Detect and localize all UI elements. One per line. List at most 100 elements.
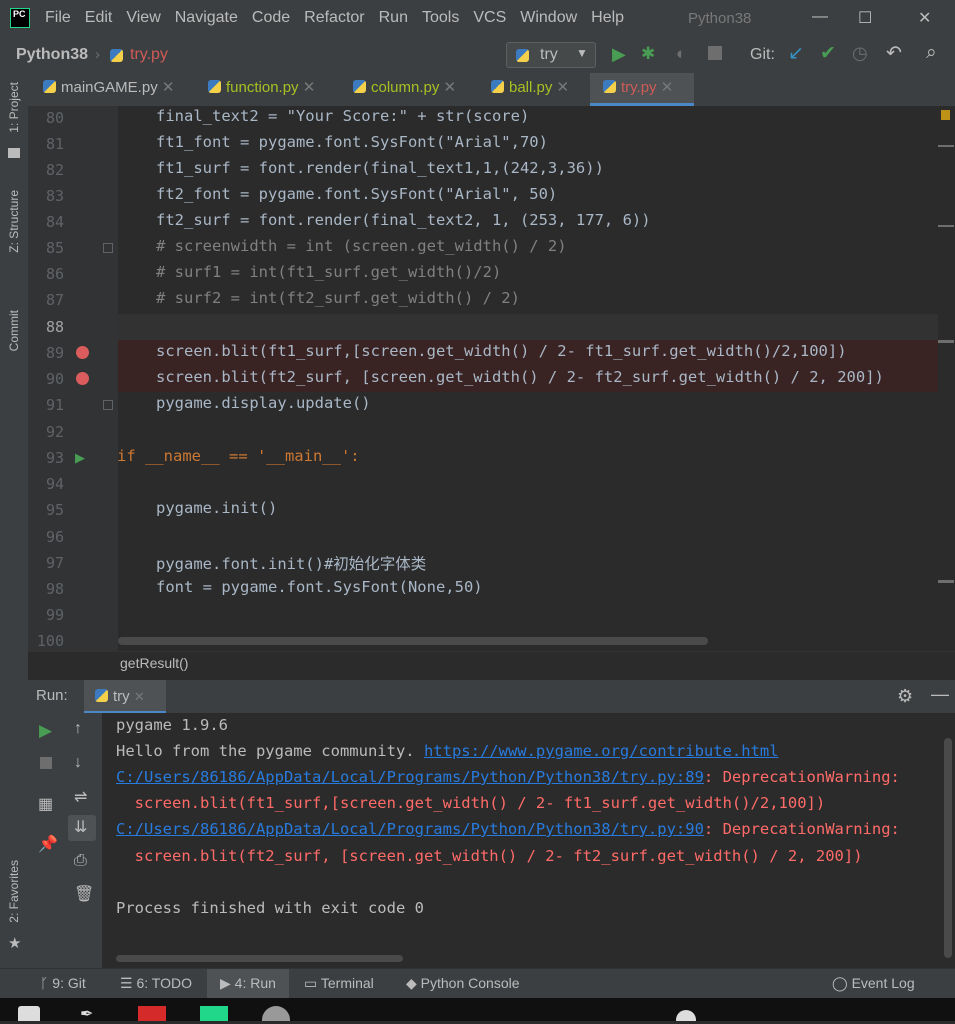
event-log-button[interactable]: ◯ Event Log [832,975,915,992]
console-text: Hello from the pygame community. [116,742,424,760]
tab-ball[interactable]: ball.py ✕ [491,78,569,96]
commit-tool-tab[interactable]: Commit [7,310,21,351]
close-icon[interactable]: ✕ [444,79,457,96]
git-update-icon[interactable]: ↙ [788,42,804,65]
menu-view[interactable]: View [126,9,160,26]
tab-maingame[interactable]: mainGAME.py ✕ [43,78,174,96]
tab-column[interactable]: column.py ✕ [353,78,456,96]
close-icon[interactable]: ✕ [303,79,316,96]
close-icon[interactable]: ✕ [557,79,570,96]
line-number: 85 [45,239,64,257]
menu-window[interactable]: Window [520,9,577,26]
rerun-icon[interactable]: ▶ [39,721,52,741]
hide-panel-icon[interactable]: — [931,684,949,705]
stripe-mark[interactable] [938,225,954,227]
line-number: 97 [45,554,64,572]
stripe-mark[interactable] [938,340,954,343]
warning-indicator-icon[interactable] [941,110,950,120]
soft-wrap-icon[interactable]: ⇌ [74,787,87,807]
line-number: 88 [45,318,64,336]
horizontal-scrollbar[interactable] [118,637,708,645]
star-icon: ★ [8,935,22,952]
code-comment: # surf2 = int(ft2_surf.get_width() / 2) [156,289,520,307]
stop-icon[interactable] [708,46,722,60]
project-tool-tab[interactable]: 1: Project [7,82,21,133]
console-link[interactable]: C:/Users/86186/AppData/Local/Programs/Py… [116,820,704,838]
line-number: 84 [45,213,64,231]
line-number: 95 [45,501,64,519]
menu-code[interactable]: Code [252,9,290,26]
debug-icon[interactable]: ✱ [641,44,655,64]
horizontal-scrollbar[interactable] [116,955,403,962]
code-breadcrumb[interactable]: getResult() [120,655,188,671]
store-icon[interactable] [18,1006,40,1021]
arrow-down-icon[interactable]: ↓ [74,754,82,772]
menu-refactor[interactable]: Refactor [304,9,364,26]
favorites-tool-tab[interactable]: 2: Favorites [7,860,21,923]
structure-tool-tab[interactable]: Z: Structure [7,190,21,253]
print-icon[interactable]: ⎙ [74,852,87,870]
rollback-icon[interactable]: ↶ [886,42,902,65]
breadcrumb-project[interactable]: Python38 [16,46,88,64]
vertical-scrollbar[interactable] [944,738,952,958]
terminal-tool-button[interactable]: ▭ Terminal [304,975,374,992]
console-link[interactable]: C:/Users/86186/AppData/Local/Programs/Py… [116,768,704,786]
close-icon[interactable]: ✕ [162,79,175,96]
python-file-icon [110,48,128,66]
todo-tool-button[interactable]: ☰ 6: TODO [120,975,192,992]
breakpoint-icon[interactable] [76,372,89,385]
menu-edit[interactable]: Edit [85,9,113,26]
stripe-mark[interactable] [938,145,954,147]
breakpoint-icon[interactable] [76,346,89,359]
line-number: 90 [45,370,64,388]
close-window-button[interactable]: ✕ [918,8,931,28]
tab-label: mainGAME.py [61,79,158,96]
arrow-up-icon[interactable]: ↑ [74,720,82,738]
search-icon[interactable]: ⌕ [926,42,937,64]
close-icon[interactable]: ✕ [661,79,674,96]
maximize-button[interactable]: ☐ [858,8,872,28]
layout-icon[interactable]: ▦ [38,794,53,814]
menu-file[interactable]: File [45,9,71,26]
run-gutter-icon[interactable]: ▶ [75,450,85,466]
feather-icon[interactable]: ✒ [80,1004,93,1024]
console-link[interactable]: https://www.pygame.org/contribute.html [424,742,779,760]
current-line-highlight [118,314,938,340]
menu-help[interactable]: Help [591,9,624,26]
run-tab-try[interactable]: try ✕ [95,688,145,705]
close-icon[interactable]: ✕ [134,689,145,704]
tab-try[interactable]: try.py ✕ [603,78,673,96]
stop-icon[interactable] [40,757,52,769]
terminal-tool-label: Terminal [320,975,374,991]
app-icon[interactable] [138,1006,166,1021]
coverage-icon[interactable]: ◐ [676,44,686,64]
run-configuration-label: try [540,46,558,63]
code-comment: # screenwidth = int (screen.get_width() … [156,237,567,255]
history-icon[interactable]: ◷ [852,43,868,64]
gear-icon[interactable]: ⚙ [897,686,913,707]
pycharm-taskbar-icon[interactable] [200,1006,228,1021]
pin-icon[interactable]: 📌 [38,834,58,854]
fold-marker-icon[interactable] [103,400,113,410]
menu-tools[interactable]: Tools [422,9,459,26]
run-icon: ▶ [220,975,231,991]
code-line: screen.blit(ft1_surf,[screen.get_width()… [156,342,847,360]
run-tool-button[interactable]: ▶ 4: Run [220,975,276,992]
minimize-button[interactable]: — [812,8,828,26]
scroll-to-end-icon[interactable]: ⇊ [74,817,87,837]
git-commit-icon[interactable]: ✔ [820,42,836,65]
line-number: 87 [45,291,64,309]
menu-vcs[interactable]: VCS [473,9,506,26]
menu-run[interactable]: Run [379,9,408,26]
line-number: 89 [45,344,64,362]
tab-function[interactable]: function.py ✕ [208,78,315,96]
fold-marker-icon[interactable] [103,243,113,253]
code-line: font = pygame.font.SysFont(None,50) [156,578,483,596]
menu-navigate[interactable]: Navigate [175,9,238,26]
breadcrumb-file[interactable]: try.py [130,46,168,64]
python-console-button[interactable]: ◆ Python Console [406,975,520,992]
run-icon[interactable]: ▶ [612,44,626,65]
stripe-mark[interactable] [938,580,954,583]
trash-icon[interactable]: 🗑 [74,884,94,904]
git-tool-button[interactable]: ᚴ 9: Git [40,975,86,991]
